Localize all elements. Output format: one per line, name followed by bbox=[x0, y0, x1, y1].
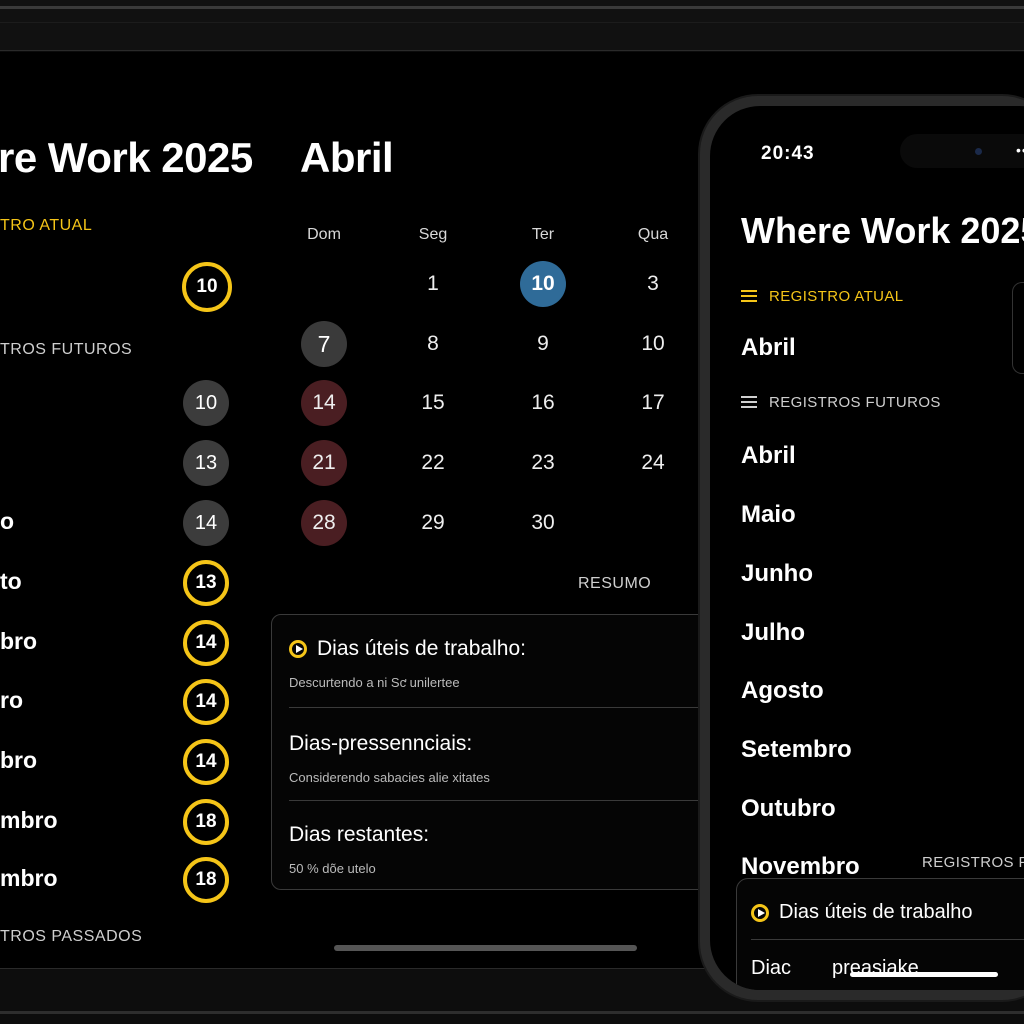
status-icons: ••• bbox=[1016, 142, 1024, 158]
future-month-item[interactable]: Junho bbox=[741, 560, 813, 588]
future-month-badge[interactable]: 18 bbox=[183, 799, 229, 845]
weekday-header: Qua bbox=[637, 226, 669, 243]
divider bbox=[289, 707, 709, 708]
summary-item-label: Diac bbox=[751, 957, 792, 979]
dynamic-island bbox=[900, 134, 1024, 168]
current-record-section[interactable]: REGISTRO ATUAL bbox=[741, 288, 904, 305]
future-month-badge[interactable]: 18 bbox=[183, 857, 229, 903]
future-month-label[interactable]: mbro bbox=[0, 865, 58, 892]
play-circle-icon bbox=[289, 640, 307, 658]
summary-item-in-person[interactable]: Dias-pressennciais: Considerendo sabacie… bbox=[289, 732, 709, 785]
summary-title: Dias restantes: bbox=[289, 823, 430, 846]
future-month-label[interactable]: o bbox=[0, 508, 14, 535]
calendar-day[interactable]: 3 bbox=[630, 261, 676, 307]
current-record-badge[interactable]: 10 bbox=[182, 262, 232, 312]
future-month-item[interactable]: Julho bbox=[741, 619, 805, 647]
summary-subtitle: Considerendo sabacies alie xitates bbox=[289, 770, 490, 785]
future-month-item[interactable]: Agosto bbox=[741, 677, 824, 705]
future-month-badge[interactable]: 13 bbox=[183, 560, 229, 606]
divider bbox=[289, 800, 709, 801]
list-icon bbox=[741, 290, 757, 303]
summary-title: Dias úteis de trabalho: bbox=[317, 637, 526, 660]
calendar-day[interactable]: 9 bbox=[520, 321, 566, 367]
app-title: re Work 2025 bbox=[0, 134, 253, 181]
camera-icon bbox=[975, 148, 982, 155]
app-title: Where Work 2025 bbox=[741, 210, 1024, 251]
past-records-section: TROS PASSADOS bbox=[0, 928, 143, 945]
current-month[interactable]: Abril bbox=[741, 334, 796, 362]
weekday-header: Ter bbox=[531, 226, 555, 243]
calendar-day[interactable]: 10 bbox=[630, 321, 676, 367]
future-records-section: TROS FUTUROS bbox=[0, 341, 133, 358]
calendar-day[interactable]: 8 bbox=[410, 321, 456, 367]
calendar-day[interactable]: 14 bbox=[301, 380, 347, 426]
future-month-badge[interactable]: 14 bbox=[183, 620, 229, 666]
calendar-day[interactable]: 22 bbox=[410, 440, 456, 486]
current-record-section: TRO ATUAL bbox=[0, 217, 93, 234]
future-month-badge[interactable]: 13 bbox=[183, 440, 229, 486]
summary-subtitle: 50 % dõe utelo bbox=[289, 861, 376, 876]
future-month-item[interactable]: Novembro bbox=[741, 853, 860, 881]
summary-title: Dias úteis de trabalho bbox=[779, 901, 973, 923]
future-month-item[interactable]: Maio bbox=[741, 501, 796, 529]
future-month-badge[interactable]: 14 bbox=[183, 500, 229, 546]
future-month-item[interactable]: Outubro bbox=[741, 795, 836, 823]
future-month-item[interactable]: Abril bbox=[741, 442, 796, 470]
calendar-day-today[interactable]: 10 bbox=[520, 261, 566, 307]
calendar-day[interactable]: 16 bbox=[520, 380, 566, 426]
future-month-badge[interactable]: 10 bbox=[183, 380, 229, 426]
summary-item-workdays[interactable]: Dias úteis de trabalho: Descurtendo a ni… bbox=[289, 637, 709, 690]
calendar-day[interactable]: 30 bbox=[520, 500, 566, 546]
summary-subtitle: Descurtendo a ni Sc̛ unilertee bbox=[289, 675, 460, 690]
divider bbox=[751, 939, 1024, 940]
calendar-day[interactable]: 15 bbox=[410, 380, 456, 426]
calendar-day[interactable]: 7 bbox=[301, 321, 347, 367]
home-indicator[interactable] bbox=[850, 972, 998, 977]
phone-screen: 20:43 ••• Where Work 2025 REGISTRO ATUAL… bbox=[710, 106, 1024, 990]
weekday-header: Seg bbox=[418, 226, 448, 243]
list-icon bbox=[741, 396, 757, 409]
side-panel-edge bbox=[1012, 282, 1024, 374]
calendar-day[interactable]: 28 bbox=[301, 500, 347, 546]
future-month-badge[interactable]: 14 bbox=[183, 679, 229, 725]
calendar-day[interactable]: 23 bbox=[520, 440, 566, 486]
calendar-day[interactable]: 24 bbox=[630, 440, 676, 486]
calendar-day[interactable]: 29 bbox=[410, 500, 456, 546]
tablet-home-indicator[interactable] bbox=[334, 945, 637, 951]
summary-item-workdays[interactable]: Dias úteis de trabalho bbox=[751, 901, 972, 924]
future-month-item[interactable]: Setembro bbox=[741, 736, 852, 764]
status-time: 20:43 bbox=[761, 143, 815, 164]
tablet-top-bezel bbox=[0, 0, 1024, 51]
summary-label: RESUMO bbox=[578, 575, 652, 592]
summary-card: Dias úteis de trabalho: Descurtendo a ni… bbox=[271, 614, 711, 890]
section-label: REGISTRO ATUAL bbox=[769, 288, 904, 305]
summary-title: Dias-pressennciais: bbox=[289, 732, 473, 755]
summary-item-remaining[interactable]: Dias restantes: 50 % dõe utelo bbox=[289, 823, 709, 876]
calendar-day[interactable]: 1 bbox=[410, 261, 456, 307]
future-records-section[interactable]: REGISTROS FUTUROS bbox=[741, 394, 941, 411]
calendar-day[interactable]: 17 bbox=[630, 380, 676, 426]
future-month-label[interactable]: bro bbox=[0, 628, 37, 655]
weekday-header: Dom bbox=[307, 226, 341, 243]
future-month-label[interactable]: mbro bbox=[0, 807, 58, 834]
play-circle-icon bbox=[751, 903, 769, 922]
future-month-label[interactable]: bro bbox=[0, 747, 37, 774]
future-month-badge[interactable]: 14 bbox=[183, 739, 229, 785]
phone-device: 20:43 ••• Where Work 2025 REGISTRO ATUAL… bbox=[700, 96, 1024, 1000]
future-month-label[interactable]: to bbox=[0, 568, 22, 595]
calendar-day[interactable]: 21 bbox=[301, 440, 347, 486]
past-records-section[interactable]: REGISTROS PAS bbox=[922, 854, 1024, 871]
section-label: REGISTROS FUTUROS bbox=[769, 394, 941, 411]
calendar-month-title: Abril bbox=[300, 134, 394, 181]
future-month-label[interactable]: ro bbox=[0, 687, 23, 714]
